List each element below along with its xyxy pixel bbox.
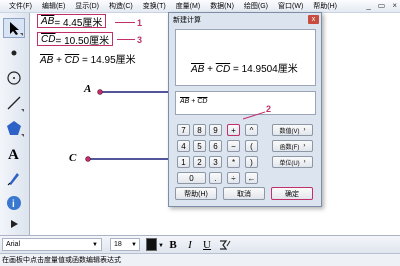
- expr-term-cd: CD: [197, 98, 208, 105]
- values-button[interactable]: 数值(V) ›: [272, 124, 313, 136]
- minimize-icon[interactable]: _: [366, 1, 370, 10]
- dialog-close-button[interactable]: x: [308, 15, 319, 24]
- text-color-picker[interactable]: [146, 238, 157, 251]
- text-tool[interactable]: A: [3, 143, 25, 163]
- line-icon: [7, 96, 21, 110]
- bold-button[interactable]: B: [166, 238, 180, 251]
- svg-text:A: A: [8, 147, 19, 161]
- menu-transform[interactable]: 变换(T): [138, 1, 171, 11]
- key-3[interactable]: 3: [209, 156, 222, 168]
- font-size-select[interactable]: 18 ▼: [110, 238, 140, 251]
- menu-help[interactable]: 帮助(H): [308, 1, 342, 11]
- arrow-tool[interactable]: [3, 18, 25, 38]
- underline-button[interactable]: U: [200, 238, 214, 251]
- result-text: AB + CD = 14.9504厘米: [191, 60, 298, 75]
- result-term-ab: AB: [191, 64, 205, 75]
- play-icon: [11, 220, 18, 228]
- info-tool[interactable]: i: [3, 193, 25, 213]
- font-family-select[interactable]: Arial ▼: [2, 238, 102, 251]
- menu-measure[interactable]: 度量(M): [171, 1, 206, 11]
- functions-button[interactable]: 函数(F) ›: [272, 140, 313, 152]
- menu-construct[interactable]: 构造(C): [104, 1, 138, 11]
- result-plus: +: [204, 64, 216, 75]
- status-bar: 在画板中点击度量值或函数编辑表达式: [0, 253, 400, 266]
- font-family-value: Arial: [6, 241, 21, 248]
- menu-display[interactable]: 显示(D): [70, 1, 104, 11]
- custom-tool[interactable]: [3, 215, 25, 233]
- marker-icon: [7, 173, 19, 186]
- help-button[interactable]: 帮助(H): [175, 187, 217, 200]
- expression-text: AB + CD: [180, 98, 207, 105]
- dialog-titlebar: 新建计算 x: [169, 13, 321, 27]
- new-calculation-dialog: 新建计算 x AB + CD = 14.9504厘米 AB + CD 7 8 9…: [168, 12, 322, 207]
- tool-palette: A i: [0, 13, 30, 235]
- chevron-down-icon: ▼: [131, 241, 137, 248]
- key-4[interactable]: 4: [177, 140, 190, 152]
- menu-window[interactable]: 窗口(W): [273, 1, 308, 11]
- line-tool[interactable]: [3, 93, 25, 113]
- result-value: = 14.9504厘米: [230, 64, 298, 75]
- key-plus[interactable]: +: [227, 124, 240, 136]
- key-2[interactable]: 2: [193, 156, 206, 168]
- restore-icon[interactable]: ▭: [378, 1, 386, 10]
- polygon-icon: [7, 121, 21, 135]
- point-c[interactable]: [85, 156, 91, 162]
- compass-tool[interactable]: [3, 68, 25, 88]
- chevron-down-icon[interactable]: ▼: [158, 243, 164, 249]
- key-6[interactable]: 6: [209, 140, 222, 152]
- key-decimal[interactable]: .: [209, 172, 222, 184]
- menu-data[interactable]: 数据(N): [205, 1, 239, 11]
- units-button[interactable]: 单位(U) ›: [272, 156, 313, 168]
- key-divide[interactable]: ÷: [227, 172, 240, 184]
- text-icon: A: [8, 147, 19, 161]
- status-text: 在画板中点击度量值或函数编辑表达式: [2, 257, 121, 264]
- units-button-label: 单位(U): [279, 160, 300, 167]
- functions-button-label: 函数(F): [279, 144, 300, 151]
- chevron-down-icon: ▼: [92, 241, 98, 248]
- key-multiply[interactable]: *: [227, 156, 240, 168]
- result-term-cd: CD: [215, 64, 231, 75]
- close-icon[interactable]: ×: [392, 1, 397, 10]
- key-close-paren[interactable]: ): [245, 156, 258, 168]
- key-minus[interactable]: −: [227, 140, 240, 152]
- key-5[interactable]: 5: [193, 140, 206, 152]
- key-7[interactable]: 7: [177, 124, 190, 136]
- circle-icon: [7, 71, 21, 85]
- info-icon: i: [7, 196, 21, 210]
- svg-text:i: i: [12, 199, 15, 210]
- callout-number-2: 2: [266, 104, 272, 114]
- key-8[interactable]: 8: [193, 124, 206, 136]
- window-controls: _ ▭ ×: [366, 1, 397, 10]
- dropdown-arrow-icon: ›: [303, 159, 306, 165]
- menu-edit[interactable]: 编辑(E): [37, 1, 70, 11]
- values-button-label: 数值(V): [279, 128, 300, 135]
- key-open-paren[interactable]: (: [245, 140, 258, 152]
- result-display: AB + CD = 14.9504厘米: [175, 29, 316, 86]
- menu-draw[interactable]: 绘图(G): [239, 1, 273, 11]
- font-size-value: 18: [114, 241, 122, 248]
- cancel-button[interactable]: 取消: [223, 187, 265, 200]
- key-1[interactable]: 1: [177, 156, 190, 168]
- ok-button[interactable]: 确定: [271, 187, 313, 200]
- expression-field[interactable]: AB + CD: [175, 91, 316, 115]
- dropdown-arrow-icon: ›: [303, 143, 306, 149]
- key-0[interactable]: 0: [177, 172, 206, 184]
- dropdown-arrow-icon: ›: [303, 127, 306, 133]
- key-power[interactable]: ^: [245, 124, 258, 136]
- key-9[interactable]: 9: [209, 124, 222, 136]
- point-icon: [11, 50, 17, 56]
- italic-button[interactable]: I: [183, 238, 197, 251]
- point-tool[interactable]: [3, 43, 25, 63]
- dialog-title: 新建计算: [173, 17, 201, 24]
- key-backspace[interactable]: ←: [245, 172, 258, 184]
- polygon-tool[interactable]: [3, 118, 25, 138]
- marker-tool[interactable]: [3, 168, 25, 188]
- math-format-icon: [219, 239, 230, 250]
- arrow-icon: [10, 21, 19, 35]
- expr-term-ab: AB: [180, 98, 190, 105]
- point-a[interactable]: [97, 89, 103, 95]
- menu-file[interactable]: 文件(F): [4, 1, 37, 11]
- math-format-button[interactable]: [217, 238, 231, 251]
- text-format-bar: Arial ▼ 18 ▼ ▼ B I U: [0, 235, 400, 253]
